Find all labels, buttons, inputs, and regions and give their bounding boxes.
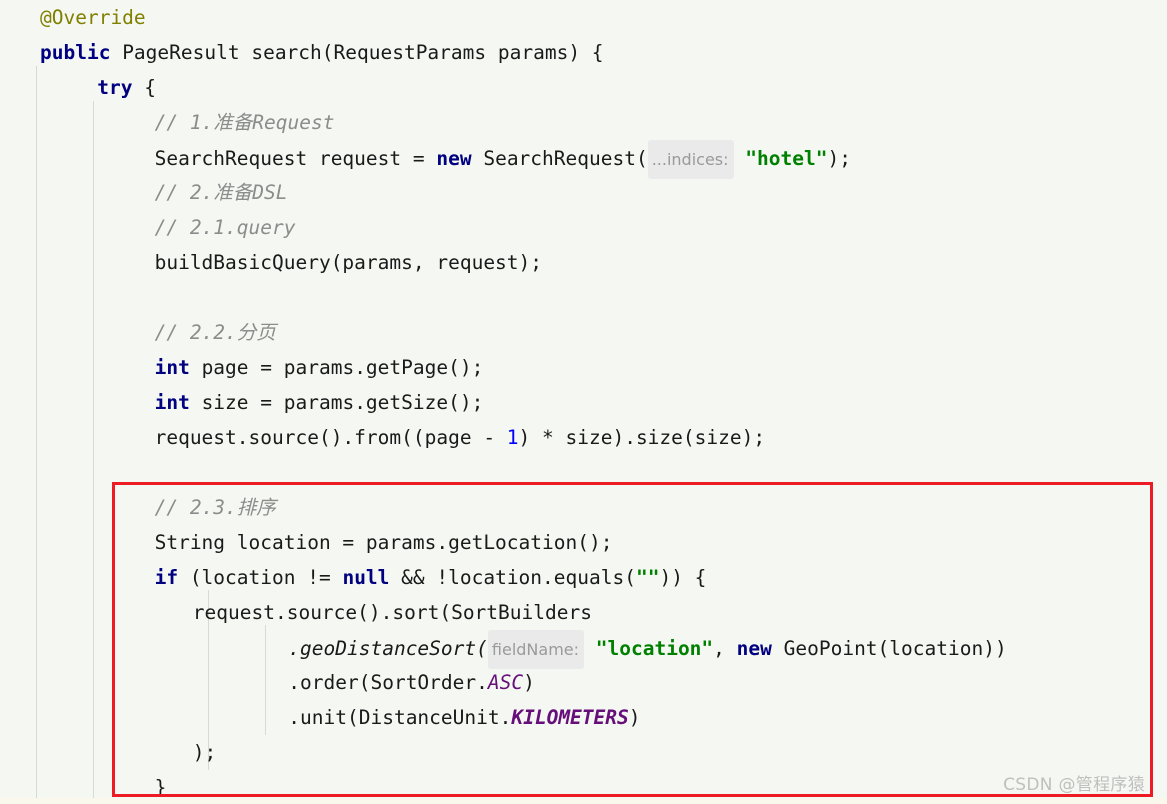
code-token: )) {	[659, 566, 707, 589]
code-token: SearchRequest request =	[154, 147, 437, 170]
code-line[interactable]: .order(SortOrder.ASC)	[0, 665, 1153, 700]
keyword-token: public	[40, 41, 111, 64]
code-line[interactable]: String location = params.getLocation();	[0, 525, 1153, 560]
code-line[interactable]: request.source().from((page - 1) * size)…	[0, 420, 1153, 455]
code-line[interactable]	[0, 280, 1153, 315]
code-line[interactable]: .geoDistanceSort(fieldName: "location", …	[0, 630, 1153, 669]
keyword-token: try	[97, 76, 133, 99]
keyword-token: null	[342, 566, 390, 589]
code-editor-screenshot: @Override public PageResult search(Reques…	[0, 0, 1167, 804]
code-token: page = params.getPage();	[189, 356, 484, 379]
code-token: request.source().sort(SortBuilders	[192, 601, 592, 624]
keyword-token: if	[154, 566, 179, 589]
code-line[interactable]: // 1.准备Request	[0, 105, 1153, 140]
code-token: )	[628, 706, 641, 729]
code-token: GeoPoint(location))	[771, 637, 1007, 660]
keyword-token: new	[736, 637, 772, 660]
code-comment: // 2.3.排序	[154, 496, 276, 519]
code-token: {	[132, 76, 157, 99]
parameter-hint: fieldName:	[487, 630, 585, 669]
code-line[interactable]: // 2.准备DSL	[0, 175, 1153, 210]
code-line[interactable]: buildBasicQuery(params, request);	[0, 245, 1153, 280]
code-token: .geoDistanceSort(	[288, 637, 488, 660]
code-line[interactable]: @Override	[0, 0, 1153, 35]
code-line[interactable]: if (location != null && !location.equals…	[0, 560, 1153, 595]
code-line[interactable]: try {	[0, 70, 1153, 105]
code-line[interactable]: int size = params.getSize();	[0, 385, 1153, 420]
code-comment: // 1.准备Request	[154, 111, 335, 134]
code-comment: // 2.准备DSL	[154, 181, 288, 204]
code-line[interactable]: // 2.3.排序	[0, 490, 1153, 525]
code-token: SearchRequest(	[471, 147, 648, 170]
constant-token: ASC	[487, 671, 524, 694]
code-line[interactable]: int page = params.getPage();	[0, 350, 1153, 385]
code-line[interactable]: request.source().sort(SortBuilders	[0, 595, 1153, 630]
keyword-token: int	[154, 356, 190, 379]
code-line[interactable]: // 2.1.query	[0, 210, 1153, 245]
code-token: .unit(DistanceUnit.	[288, 706, 512, 729]
keyword-token: new	[436, 147, 472, 170]
code-token: PageResult search(RequestParams params) …	[110, 41, 604, 64]
code-token: (location !=	[178, 566, 343, 589]
number-literal: 1	[506, 426, 519, 449]
code-token: && !location.equals(	[389, 566, 636, 589]
code-token: )	[523, 671, 535, 694]
code-token: buildBasicQuery(params, request);	[154, 251, 543, 274]
code-token: ,	[713, 637, 737, 660]
code-token: request.source().from((page -	[154, 426, 507, 449]
code-line[interactable]: public PageResult search(RequestParams p…	[0, 35, 1153, 70]
string-literal: ""	[635, 566, 660, 589]
watermark-text: CSDN @管程序猿	[1003, 775, 1145, 795]
annotation-token: @Override	[40, 6, 146, 29]
code-comment: // 2.2.分页	[154, 321, 276, 344]
code-token: ) * size).size(size);	[518, 426, 766, 449]
keyword-token: int	[154, 391, 190, 414]
code-line[interactable]: // 2.2.分页	[0, 315, 1153, 350]
code-content[interactable]: @Override public PageResult search(Reques…	[0, 0, 1153, 804]
code-line[interactable]: SearchRequest request = new SearchReques…	[0, 140, 1153, 179]
string-literal: "location"	[595, 637, 714, 660]
code-token: String location = params.getLocation();	[154, 531, 613, 554]
code-token: );	[827, 147, 851, 170]
parameter-hint: ...indices:	[647, 140, 734, 179]
constant-token: KILOMETERS	[511, 706, 629, 729]
code-line[interactable]	[0, 455, 1153, 490]
code-line[interactable]: );	[0, 735, 1153, 770]
code-token: size = params.getSize();	[189, 391, 484, 414]
highlighted-bottom-line	[0, 798, 1167, 804]
code-token: .order(SortOrder.	[288, 671, 488, 694]
code-line[interactable]: .unit(DistanceUnit.KILOMETERS)	[0, 700, 1153, 735]
string-literal: "hotel"	[745, 147, 828, 170]
code-token: );	[192, 741, 217, 764]
code-comment: // 2.1.query	[154, 216, 296, 239]
